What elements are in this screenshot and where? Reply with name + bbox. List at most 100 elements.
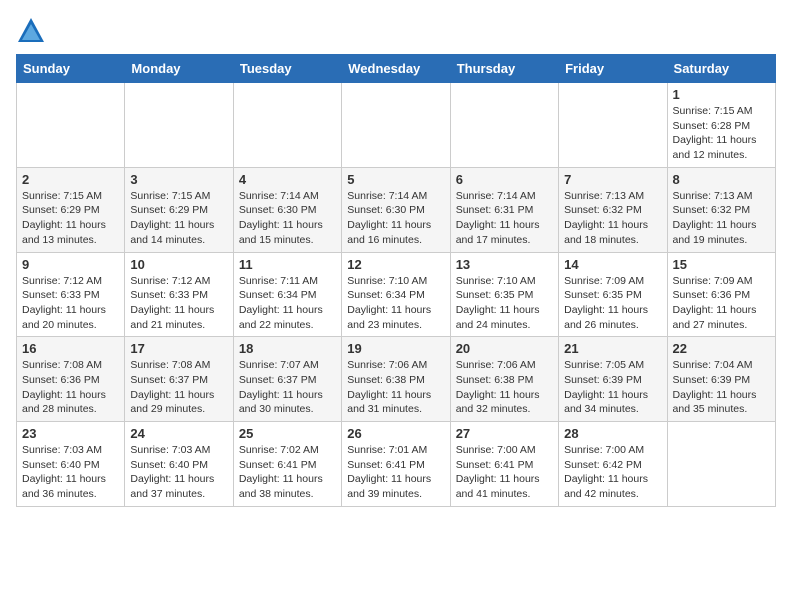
calendar-cell: 3 Sunrise: 7:15 AM Sunset: 6:29 PM Daylig… [125, 167, 233, 252]
day-info: Sunrise: 7:11 AM Sunset: 6:34 PM Dayligh… [239, 274, 336, 333]
day-info: Sunrise: 7:14 AM Sunset: 6:30 PM Dayligh… [347, 189, 444, 248]
calendar-cell: 9 Sunrise: 7:12 AM Sunset: 6:33 PM Daylig… [17, 252, 125, 337]
calendar-cell: 15 Sunrise: 7:09 AM Sunset: 6:36 PM Dayli… [667, 252, 775, 337]
calendar-cell: 25Sunrise: 7:02 AM Sunset: 6:41 PM Dayli… [233, 422, 341, 507]
day-info: Sunrise: 7:13 AM Sunset: 6:32 PM Dayligh… [673, 189, 770, 248]
day-info: Sunrise: 7:08 AM Sunset: 6:36 PM Dayligh… [22, 358, 119, 417]
calendar-week-4: 23 Sunrise: 7:03 AM Sunset: 6:40 PM Dayli… [17, 422, 776, 507]
calendar-header-row: SundayMondayTuesdayWednesdayThursdayFrid… [17, 55, 776, 83]
calendar-cell: 10 Sunrise: 7:12 AM Sunset: 6:33 PM Dayli… [125, 252, 233, 337]
day-number: 14 [564, 257, 661, 272]
calendar-cell: 1 Sunrise: 7:15 AM Sunset: 6:28 PM Daylig… [667, 83, 775, 168]
day-number: 15 [673, 257, 770, 272]
calendar-cell: 4Sunrise: 7:14 AM Sunset: 6:30 PM Daylig… [233, 167, 341, 252]
day-number: 9 [22, 257, 119, 272]
calendar-cell: 5 Sunrise: 7:14 AM Sunset: 6:30 PM Daylig… [342, 167, 450, 252]
day-number: 19 [347, 341, 444, 356]
logo [16, 16, 48, 44]
calendar-cell: 7 Sunrise: 7:13 AM Sunset: 6:32 PM Daylig… [559, 167, 667, 252]
day-number: 23 [22, 426, 119, 441]
day-info: Sunrise: 7:14 AM Sunset: 6:31 PM Dayligh… [456, 189, 553, 248]
day-header-thursday: Thursday [450, 55, 558, 83]
day-info: Sunrise: 7:15 AM Sunset: 6:29 PM Dayligh… [130, 189, 227, 248]
calendar-cell: 26Sunrise: 7:01 AM Sunset: 6:41 PM Dayli… [342, 422, 450, 507]
calendar-cell [667, 422, 775, 507]
day-number: 5 [347, 172, 444, 187]
day-info: Sunrise: 7:09 AM Sunset: 6:35 PM Dayligh… [564, 274, 661, 333]
calendar-cell: 24 Sunrise: 7:03 AM Sunset: 6:40 PM Dayli… [125, 422, 233, 507]
day-number: 28 [564, 426, 661, 441]
calendar-cell [559, 83, 667, 168]
calendar-cell [342, 83, 450, 168]
day-header-saturday: Saturday [667, 55, 775, 83]
day-number: 4 [239, 172, 336, 187]
calendar-cell: 12 Sunrise: 7:10 AM Sunset: 6:34 PM Dayli… [342, 252, 450, 337]
calendar-cell: 21 Sunrise: 7:05 AM Sunset: 6:39 PM Dayli… [559, 337, 667, 422]
day-info: Sunrise: 7:05 AM Sunset: 6:39 PM Dayligh… [564, 358, 661, 417]
day-info: Sunrise: 7:00 AM Sunset: 6:41 PM Dayligh… [456, 443, 553, 502]
page-header [16, 16, 776, 44]
day-number: 26 [347, 426, 444, 441]
calendar-cell: 20 Sunrise: 7:06 AM Sunset: 6:38 PM Dayli… [450, 337, 558, 422]
calendar-cell: 18 Sunrise: 7:07 AM Sunset: 6:37 PM Dayli… [233, 337, 341, 422]
day-header-wednesday: Wednesday [342, 55, 450, 83]
day-number: 20 [456, 341, 553, 356]
calendar-cell: 27 Sunrise: 7:00 AM Sunset: 6:41 PM Dayli… [450, 422, 558, 507]
calendar-cell: 2 Sunrise: 7:15 AM Sunset: 6:29 PM Daylig… [17, 167, 125, 252]
day-header-friday: Friday [559, 55, 667, 83]
day-number: 12 [347, 257, 444, 272]
day-header-sunday: Sunday [17, 55, 125, 83]
day-number: 18 [239, 341, 336, 356]
day-info: Sunrise: 7:06 AM Sunset: 6:38 PM Dayligh… [456, 358, 553, 417]
day-info: Sunrise: 7:06 AM Sunset: 6:38 PM Dayligh… [347, 358, 444, 417]
day-number: 24 [130, 426, 227, 441]
day-number: 8 [673, 172, 770, 187]
day-header-monday: Monday [125, 55, 233, 83]
calendar-cell: 6 Sunrise: 7:14 AM Sunset: 6:31 PM Daylig… [450, 167, 558, 252]
day-info: Sunrise: 7:07 AM Sunset: 6:37 PM Dayligh… [239, 358, 336, 417]
calendar-cell [125, 83, 233, 168]
day-info: Sunrise: 7:00 AM Sunset: 6:42 PM Dayligh… [564, 443, 661, 502]
day-number: 10 [130, 257, 227, 272]
calendar-week-0: 1 Sunrise: 7:15 AM Sunset: 6:28 PM Daylig… [17, 83, 776, 168]
day-info: Sunrise: 7:02 AM Sunset: 6:41 PM Dayligh… [239, 443, 336, 502]
logo-icon [16, 16, 46, 44]
day-number: 6 [456, 172, 553, 187]
day-number: 1 [673, 87, 770, 102]
calendar-cell: 11 Sunrise: 7:11 AM Sunset: 6:34 PM Dayli… [233, 252, 341, 337]
day-number: 2 [22, 172, 119, 187]
day-info: Sunrise: 7:13 AM Sunset: 6:32 PM Dayligh… [564, 189, 661, 248]
calendar-cell: 13 Sunrise: 7:10 AM Sunset: 6:35 PM Dayli… [450, 252, 558, 337]
calendar-cell: 8 Sunrise: 7:13 AM Sunset: 6:32 PM Daylig… [667, 167, 775, 252]
day-number: 27 [456, 426, 553, 441]
day-number: 22 [673, 341, 770, 356]
day-info: Sunrise: 7:12 AM Sunset: 6:33 PM Dayligh… [130, 274, 227, 333]
day-info: Sunrise: 7:15 AM Sunset: 6:28 PM Dayligh… [673, 104, 770, 163]
calendar-cell: 14 Sunrise: 7:09 AM Sunset: 6:35 PM Dayli… [559, 252, 667, 337]
calendar-cell: 23Sunrise: 7:03 AM Sunset: 6:40 PM Dayli… [17, 422, 125, 507]
calendar-table: SundayMondayTuesdayWednesdayThursdayFrid… [16, 54, 776, 507]
day-info: Sunrise: 7:12 AM Sunset: 6:33 PM Dayligh… [22, 274, 119, 333]
day-info: Sunrise: 7:10 AM Sunset: 6:35 PM Dayligh… [456, 274, 553, 333]
calendar-cell [450, 83, 558, 168]
day-number: 7 [564, 172, 661, 187]
calendar-week-2: 9 Sunrise: 7:12 AM Sunset: 6:33 PM Daylig… [17, 252, 776, 337]
calendar-week-3: 16 Sunrise: 7:08 AM Sunset: 6:36 PM Dayli… [17, 337, 776, 422]
day-info: Sunrise: 7:03 AM Sunset: 6:40 PM Dayligh… [130, 443, 227, 502]
day-number: 16 [22, 341, 119, 356]
calendar-cell: 16 Sunrise: 7:08 AM Sunset: 6:36 PM Dayli… [17, 337, 125, 422]
day-info: Sunrise: 7:04 AM Sunset: 6:39 PM Dayligh… [673, 358, 770, 417]
day-number: 11 [239, 257, 336, 272]
day-number: 21 [564, 341, 661, 356]
day-number: 17 [130, 341, 227, 356]
calendar-cell: 19 Sunrise: 7:06 AM Sunset: 6:38 PM Dayli… [342, 337, 450, 422]
day-info: Sunrise: 7:10 AM Sunset: 6:34 PM Dayligh… [347, 274, 444, 333]
day-info: Sunrise: 7:08 AM Sunset: 6:37 PM Dayligh… [130, 358, 227, 417]
calendar-week-1: 2 Sunrise: 7:15 AM Sunset: 6:29 PM Daylig… [17, 167, 776, 252]
day-number: 3 [130, 172, 227, 187]
day-info: Sunrise: 7:09 AM Sunset: 6:36 PM Dayligh… [673, 274, 770, 333]
day-info: Sunrise: 7:15 AM Sunset: 6:29 PM Dayligh… [22, 189, 119, 248]
calendar-cell [233, 83, 341, 168]
day-number: 13 [456, 257, 553, 272]
day-header-tuesday: Tuesday [233, 55, 341, 83]
